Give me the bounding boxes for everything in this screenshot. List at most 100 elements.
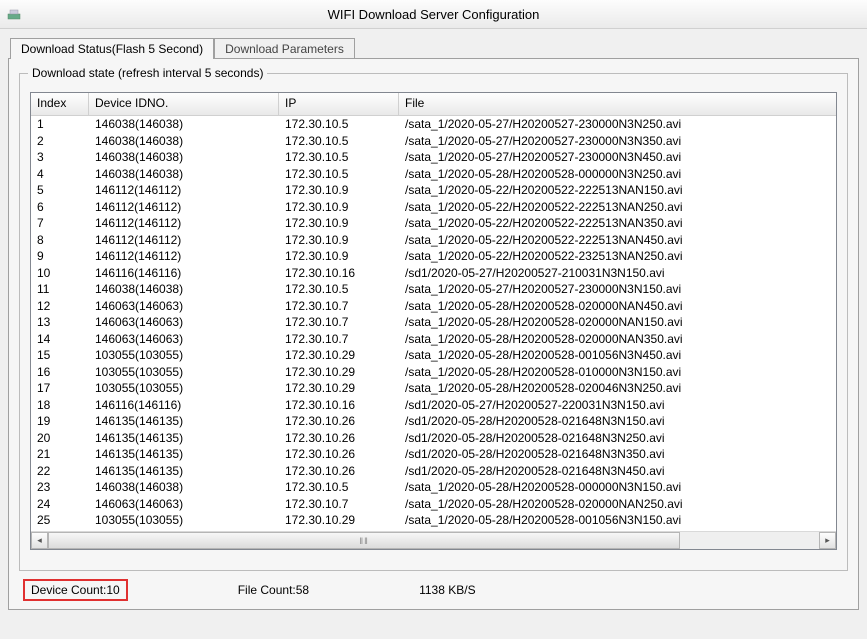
table-row[interactable]: 23146038(146038)172.30.10.5/sata_1/2020-… [31, 479, 836, 496]
table-row[interactable]: 20146135(146135)172.30.10.26/sd1/2020-05… [31, 430, 836, 447]
cell-index: 23 [31, 479, 89, 496]
cell-file: /sd1/2020-05-28/H20200528-021648N3N150.a… [399, 413, 836, 430]
cell-device: 146038(146038) [89, 479, 279, 496]
cell-index: 6 [31, 199, 89, 216]
status-line: Device Count:10 File Count:58 1138 KB/S [19, 571, 848, 601]
table-row[interactable]: 4146038(146038)172.30.10.5/sata_1/2020-0… [31, 166, 836, 183]
tab-download-status[interactable]: Download Status(Flash 5 Second) [10, 38, 214, 59]
scroll-left-button[interactable]: ◂ [31, 532, 48, 549]
table-row[interactable]: 8146112(146112)172.30.10.9/sata_1/2020-0… [31, 232, 836, 249]
table-row[interactable]: 7146112(146112)172.30.10.9/sata_1/2020-0… [31, 215, 836, 232]
cell-ip: 172.30.10.7 [279, 314, 399, 331]
table-row[interactable]: 22146135(146135)172.30.10.26/sd1/2020-05… [31, 463, 836, 480]
cell-ip: 172.30.10.26 [279, 413, 399, 430]
cell-file: /sd1/2020-05-28/H20200528-021648N3N450.a… [399, 463, 836, 480]
cell-index: 9 [31, 248, 89, 265]
app-icon [6, 6, 22, 22]
cell-ip: 172.30.10.29 [279, 347, 399, 364]
table-row[interactable]: 15103055(103055)172.30.10.29/sata_1/2020… [31, 347, 836, 364]
window-title: WIFI Download Server Configuration [32, 7, 861, 22]
listview[interactable]: Index Device IDNO. IP File 1146038(14603… [30, 92, 837, 550]
tab-download-parameters[interactable]: Download Parameters [214, 38, 355, 59]
cell-index: 5 [31, 182, 89, 199]
cell-device: 146135(146135) [89, 430, 279, 447]
cell-file: /sata_1/2020-05-27/H20200527-230000N3N35… [399, 133, 836, 150]
cell-file: /sata_1/2020-05-28/H20200528-020000NAN45… [399, 298, 836, 315]
file-count-label: File Count:58 [238, 583, 309, 597]
cell-index: 4 [31, 166, 89, 183]
cell-file: /sd1/2020-05-27/H20200527-220031N3N150.a… [399, 397, 836, 414]
cell-file: /sata_1/2020-05-27/H20200527-230000N3N45… [399, 149, 836, 166]
table-row[interactable]: 13146063(146063)172.30.10.7/sata_1/2020-… [31, 314, 836, 331]
cell-index: 24 [31, 496, 89, 513]
cell-file: /sd1/2020-05-27/H20200527-210031N3N150.a… [399, 265, 836, 282]
cell-ip: 172.30.10.16 [279, 397, 399, 414]
table-row[interactable]: 11146038(146038)172.30.10.5/sata_1/2020-… [31, 281, 836, 298]
device-count-highlight: Device Count:10 [23, 579, 128, 601]
cell-device: 146063(146063) [89, 314, 279, 331]
cell-index: 13 [31, 314, 89, 331]
cell-file: /sata_1/2020-05-28/H20200528-000000N3N25… [399, 166, 836, 183]
cell-file: /sd1/2020-05-28/H20200528-021648N3N250.a… [399, 430, 836, 447]
table-row[interactable]: 2146038(146038)172.30.10.5/sata_1/2020-0… [31, 133, 836, 150]
cell-index: 7 [31, 215, 89, 232]
cell-index: 16 [31, 364, 89, 381]
cell-ip: 172.30.10.7 [279, 331, 399, 348]
cell-device: 146038(146038) [89, 149, 279, 166]
cell-index: 2 [31, 133, 89, 150]
device-count-label: Device Count:10 [31, 583, 120, 597]
column-header-device[interactable]: Device IDNO. [89, 93, 279, 115]
tab-label: Download Parameters [225, 42, 344, 56]
cell-index: 17 [31, 380, 89, 397]
scroll-right-button[interactable]: ▸ [819, 532, 836, 549]
table-row[interactable]: 9146112(146112)172.30.10.9/sata_1/2020-0… [31, 248, 836, 265]
cell-file: /sata_1/2020-05-28/H20200528-001056N3N45… [399, 347, 836, 364]
table-row[interactable]: 17103055(103055)172.30.10.29/sata_1/2020… [31, 380, 836, 397]
column-header-file[interactable]: File [399, 93, 836, 115]
scroll-thumb[interactable]: ‖‖ [48, 532, 680, 549]
column-header-index[interactable]: Index [31, 93, 89, 115]
column-header-ip[interactable]: IP [279, 93, 399, 115]
cell-ip: 172.30.10.26 [279, 463, 399, 480]
cell-index: 15 [31, 347, 89, 364]
table-row[interactable]: 25103055(103055)172.30.10.29/sata_1/2020… [31, 512, 836, 529]
cell-ip: 172.30.10.5 [279, 116, 399, 133]
cell-file: /sata_1/2020-05-28/H20200528-001056N3N15… [399, 512, 836, 529]
table-row[interactable]: 1146038(146038)172.30.10.5/sata_1/2020-0… [31, 116, 836, 133]
cell-device: 146038(146038) [89, 166, 279, 183]
cell-ip: 172.30.10.5 [279, 479, 399, 496]
speed-label: 1138 KB/S [419, 583, 475, 597]
cell-device: 103055(103055) [89, 380, 279, 397]
tab-page: Download state (refresh interval 5 secon… [8, 58, 859, 610]
cell-ip: 172.30.10.16 [279, 265, 399, 282]
table-row[interactable]: 10146116(146116)172.30.10.16/sd1/2020-05… [31, 265, 836, 282]
cell-file: /sata_1/2020-05-28/H20200528-020000NAN15… [399, 314, 836, 331]
table-row[interactable]: 18146116(146116)172.30.10.16/sd1/2020-05… [31, 397, 836, 414]
table-row[interactable]: 6146112(146112)172.30.10.9/sata_1/2020-0… [31, 199, 836, 216]
table-row[interactable]: 24146063(146063)172.30.10.7/sata_1/2020-… [31, 496, 836, 513]
cell-index: 3 [31, 149, 89, 166]
table-row[interactable]: 12146063(146063)172.30.10.7/sata_1/2020-… [31, 298, 836, 315]
cell-device: 103055(103055) [89, 512, 279, 529]
table-row[interactable]: 16103055(103055)172.30.10.29/sata_1/2020… [31, 364, 836, 381]
cell-device: 146112(146112) [89, 182, 279, 199]
cell-index: 18 [31, 397, 89, 414]
table-row[interactable]: 21146135(146135)172.30.10.26/sd1/2020-05… [31, 446, 836, 463]
groupbox-title: Download state (refresh interval 5 secon… [28, 66, 267, 80]
table-row[interactable]: 3146038(146038)172.30.10.5/sata_1/2020-0… [31, 149, 836, 166]
cell-ip: 172.30.10.5 [279, 166, 399, 183]
cell-file: /sata_1/2020-05-27/H20200527-230000N3N15… [399, 281, 836, 298]
table-row[interactable]: 5146112(146112)172.30.10.9/sata_1/2020-0… [31, 182, 836, 199]
tab-strip: Download Status(Flash 5 Second) Download… [10, 35, 859, 58]
table-row[interactable]: 19146135(146135)172.30.10.26/sd1/2020-05… [31, 413, 836, 430]
cell-ip: 172.30.10.9 [279, 182, 399, 199]
cell-ip: 172.30.10.29 [279, 380, 399, 397]
table-row[interactable]: 14146063(146063)172.30.10.7/sata_1/2020-… [31, 331, 836, 348]
cell-file: /sata_1/2020-05-22/H20200522-222513NAN15… [399, 182, 836, 199]
cell-index: 14 [31, 331, 89, 348]
cell-ip: 172.30.10.9 [279, 199, 399, 216]
horizontal-scrollbar[interactable]: ◂ ‖‖ ▸ [31, 531, 836, 549]
scroll-track[interactable]: ‖‖ [48, 532, 819, 549]
listview-body: 1146038(146038)172.30.10.5/sata_1/2020-0… [31, 116, 836, 534]
cell-device: 146112(146112) [89, 248, 279, 265]
